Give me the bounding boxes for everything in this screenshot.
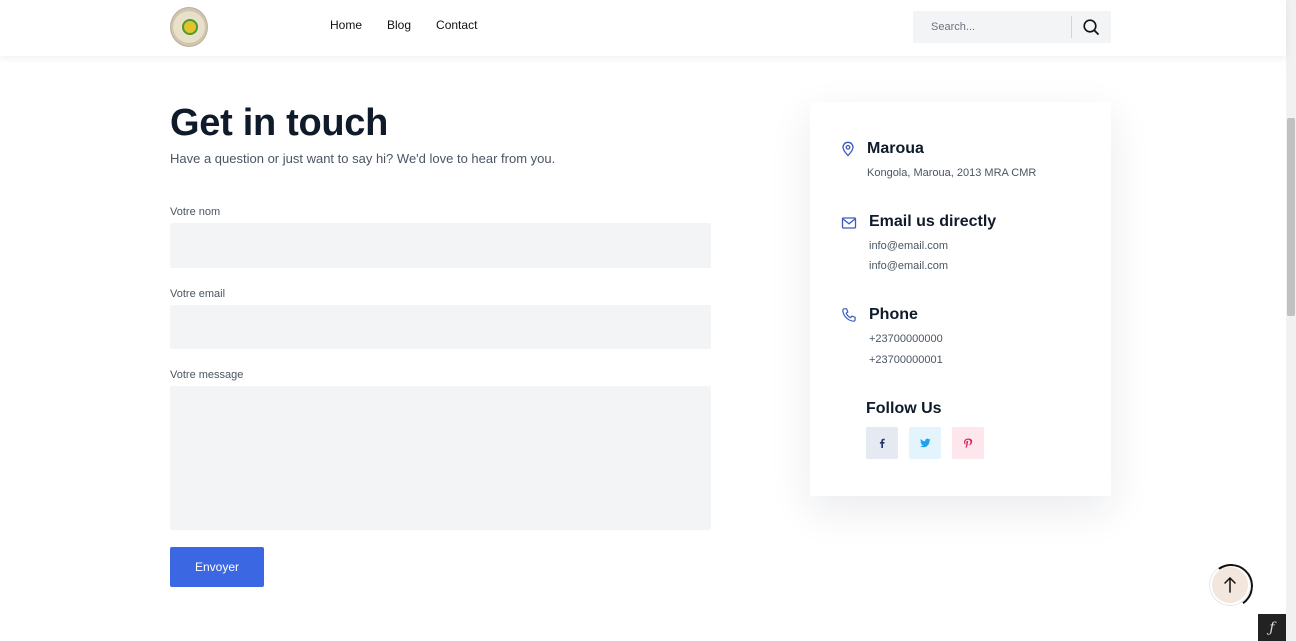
search-icon	[1083, 19, 1099, 35]
logo-emblem	[182, 19, 198, 35]
name-label: Votre nom	[170, 206, 221, 218]
phone-number-2[interactable]: +23700000001	[869, 354, 943, 366]
scrollbar-thumb[interactable]	[1287, 118, 1295, 316]
debug-toolbar-toggle[interactable]: ƒ	[1258, 614, 1286, 641]
site-header: Home Blog Contact	[0, 0, 1286, 56]
main-nav: Home Blog Contact	[330, 18, 477, 32]
facebook-link[interactable]	[866, 427, 898, 459]
follow-title: Follow Us	[866, 400, 942, 417]
search-input[interactable]	[913, 11, 1071, 43]
search-button[interactable]	[1081, 17, 1101, 37]
search-box	[913, 11, 1111, 43]
page-subtitle: Have a question or just want to say hi? …	[170, 151, 556, 166]
email-address-1[interactable]: info@email.com	[869, 240, 948, 252]
nav-contact[interactable]: Contact	[436, 18, 477, 32]
facebook-icon	[879, 438, 885, 448]
email-field[interactable]	[170, 305, 711, 349]
mail-icon	[841, 217, 857, 229]
location-title: Maroua	[867, 140, 924, 157]
phone-number-1[interactable]: +23700000000	[869, 333, 943, 345]
location-address: Kongola, Maroua, 2013 MRA CMR	[867, 167, 1037, 179]
search-divider	[1071, 16, 1072, 38]
page-title: Get in touch	[170, 102, 389, 144]
pinterest-icon	[964, 438, 973, 448]
arrow-up-icon	[1224, 577, 1236, 593]
message-field[interactable]	[170, 386, 711, 530]
location-pin-icon	[842, 141, 854, 157]
page-scrollbar[interactable]	[1286, 0, 1296, 641]
twitter-link[interactable]	[909, 427, 941, 459]
twitter-icon	[919, 438, 930, 448]
symfony-icon: ƒ	[1269, 619, 1275, 636]
nav-blog[interactable]: Blog	[387, 18, 411, 32]
site-logo[interactable]	[170, 7, 208, 47]
email-title: Email us directly	[869, 213, 997, 230]
phone-title: Phone	[869, 306, 918, 323]
phone-icon	[842, 308, 856, 322]
back-to-top-button[interactable]	[1205, 560, 1257, 612]
pinterest-link[interactable]	[952, 427, 984, 459]
name-field[interactable]	[170, 223, 711, 268]
message-label: Votre message	[170, 369, 244, 381]
email-label: Votre email	[170, 288, 226, 300]
contact-info-card: Maroua Kongola, Maroua, 2013 MRA CMR Ema…	[810, 102, 1111, 496]
send-button[interactable]: Envoyer	[170, 547, 264, 587]
email-address-2[interactable]: info@email.com	[869, 260, 948, 272]
nav-home[interactable]: Home	[330, 18, 362, 32]
